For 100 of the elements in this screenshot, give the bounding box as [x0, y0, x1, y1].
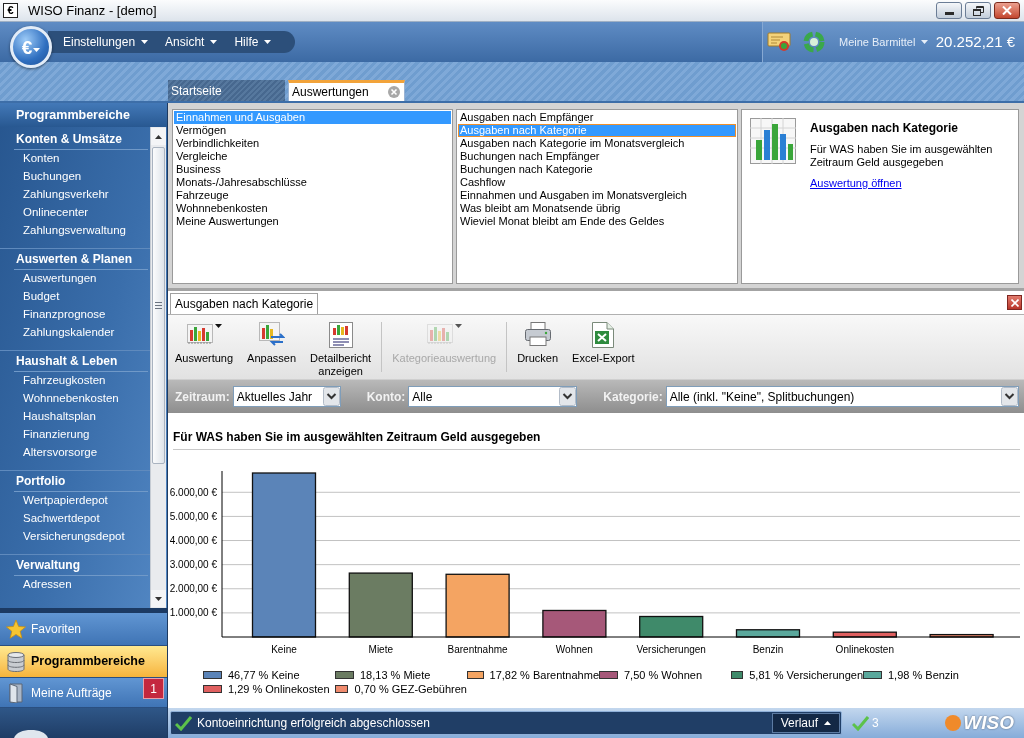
check-icon	[852, 715, 869, 731]
bar-chart-icon	[426, 322, 453, 344]
report-icon	[328, 322, 353, 348]
logo-text: WISO	[963, 710, 1014, 735]
list-item[interactable]: Verbindlichkeiten	[174, 137, 451, 150]
sidebar-item[interactable]: Auswertungen	[0, 270, 150, 288]
balance-text: 20.252,21 €	[935, 31, 1015, 52]
sidebar-section-title: Auswerten & Planen	[14, 249, 148, 270]
app-icon: €	[3, 3, 18, 18]
report-description: Für WAS haben Sie im ausgewählten Zeitraum Geld ausgegeben	[810, 143, 994, 169]
close-button[interactable]	[1007, 295, 1022, 310]
list-item[interactable]: Ausgaben nach Kategorie im Monatsvergleich	[458, 137, 736, 150]
legend-label: 17,82 % Barentnahme	[489, 669, 599, 681]
sidebar-item[interactable]: Haushaltsplan	[0, 408, 150, 426]
list-item[interactable]: Was bleibt am Monatsende übrig	[458, 202, 736, 215]
filter-dropdown[interactable]: Alle	[408, 386, 578, 407]
caret-icon	[33, 48, 41, 52]
open-report-link[interactable]: Auswertung öffnen	[810, 175, 902, 192]
bar	[929, 633, 994, 638]
list-item[interactable]: Fahrzeuge	[174, 189, 451, 202]
caret-icon	[264, 40, 272, 44]
list-item[interactable]: Einnahmen und Ausgaben im Monatsvergleich	[458, 189, 736, 202]
history-button[interactable]: Verlauf	[771, 713, 840, 733]
window-title: WISO Finanz - [demo]	[28, 4, 157, 17]
chevron-down-icon	[1001, 387, 1018, 406]
sidebar-item[interactable]: Fahrzeugkosten	[0, 372, 150, 390]
filter-label: Kategorie:	[603, 388, 663, 406]
sidebar-item[interactable]: Wertpapierdepot	[0, 492, 150, 510]
list-item[interactable]: Vermögen	[174, 124, 451, 137]
list-item[interactable]: Meine Auswertungen	[174, 215, 451, 228]
legend-label: 1,29 % Onlinekosten	[228, 683, 330, 695]
certificate-icon	[767, 32, 791, 52]
menu-item[interactable]: Ansicht	[165, 36, 218, 48]
minimize-button[interactable]	[936, 2, 962, 19]
sidebar-item[interactable]: Onlinecenter	[0, 204, 150, 222]
close-button[interactable]	[994, 2, 1020, 19]
toolbar-button[interactable]: Anpassen	[242, 322, 302, 378]
list-item[interactable]: Wieviel Monat bleibt am Ende des Geldes	[458, 215, 736, 228]
sidebar-item[interactable]: Budget	[0, 288, 150, 306]
scroll-down-button[interactable]	[151, 590, 166, 607]
chart-arrows-icon	[258, 322, 285, 346]
nav-item[interactable]: Meine Aufträge 1	[0, 678, 167, 708]
toolbar-button[interactable]: Excel-Export	[567, 322, 640, 365]
chevron-down-icon	[322, 387, 340, 406]
logo-mark-icon	[945, 715, 962, 731]
sidebar-section-title: Verwaltung	[14, 555, 148, 576]
list-item[interactable]: Cashflow	[458, 176, 736, 189]
sidebar-item[interactable]: Zahlungsverwaltung	[0, 222, 150, 240]
count-badge: 1	[143, 678, 164, 699]
list-item[interactable]: Buchungen nach Empfänger	[458, 150, 736, 163]
door-icon	[9, 682, 23, 703]
sidebar-item[interactable]: Konten	[0, 150, 150, 168]
toolbar-button[interactable]: Drucken	[512, 322, 564, 365]
database-icon	[7, 651, 25, 672]
tab[interactable]: Startseite	[168, 80, 285, 101]
toolbar-button[interactable]: Detailbericht anzeigen	[305, 322, 377, 378]
sidebar-section-title: Haushalt & Leben	[14, 351, 148, 372]
check-icon	[175, 715, 192, 731]
sidebar-item[interactable]: Sachwertdepot	[0, 510, 150, 528]
scroll-up-button[interactable]	[151, 128, 166, 145]
close-icon	[1002, 6, 1012, 15]
chart-icon	[750, 118, 796, 164]
list-item[interactable]: Vergleiche	[174, 150, 451, 163]
document-tab[interactable]: Ausgaben nach Kategorie	[170, 293, 319, 314]
sidebar-item[interactable]: Finanzierung	[0, 426, 150, 444]
chevron-down-icon	[559, 387, 577, 406]
legend-label: 5,81 % Versicherungen	[749, 669, 863, 681]
list-item[interactable]: Wohnnebenkosten	[174, 202, 451, 215]
restore-button[interactable]	[965, 2, 991, 19]
sidebar-header: Programmbereiche	[0, 103, 167, 127]
sidebar-item[interactable]: Finanzprognose	[0, 306, 150, 324]
status-message: Kontoeinrichtung erfolgreich abgeschlossen	[197, 715, 430, 732]
sidebar-item[interactable]: Versicherungsdepot	[0, 528, 150, 546]
scrollbar-thumb[interactable]	[152, 147, 165, 464]
menu-item[interactable]: Einstellungen	[63, 36, 149, 48]
list-item[interactable]: Monats-/Jahresabschlüsse	[174, 176, 451, 189]
legend-label: 18,13 % Miete	[360, 669, 431, 681]
list-item[interactable]: Business	[174, 163, 451, 176]
bar-chart-icon	[186, 322, 213, 344]
sidebar-item[interactable]: Zahlungskalender	[0, 324, 150, 342]
sidebar-item[interactable]: Adressen	[0, 576, 150, 594]
star-icon	[6, 619, 26, 639]
list-item[interactable]: Ausgaben nach Empfänger	[458, 111, 736, 124]
tab[interactable]: Auswertungen	[288, 80, 405, 101]
caret-icon	[921, 40, 929, 44]
printer-icon	[524, 322, 551, 346]
menu-item[interactable]: Hilfe	[234, 36, 272, 48]
filter-dropdown[interactable]: Alle (inkl. "Keine", Splitbuchungen)	[665, 386, 1019, 407]
sidebar-item[interactable]: Altersvorsorge	[0, 444, 150, 462]
nav-item[interactable]: Programmbereiche	[0, 646, 167, 678]
legend-label: 46,77 % Keine	[228, 669, 300, 681]
list-item[interactable]: Buchungen nach Kategorie	[458, 163, 736, 176]
done-count: 3	[872, 715, 879, 732]
sidebar-item[interactable]: Wohnnebenkosten	[0, 390, 150, 408]
sidebar-item[interactable]: Buchungen	[0, 168, 150, 186]
caret-icon	[210, 40, 218, 44]
nav-item[interactable]: Favoriten	[0, 613, 167, 646]
filter-dropdown[interactable]: Aktuelles Jahr	[232, 386, 341, 407]
sidebar-item[interactable]: Zahlungsverkehr	[0, 186, 150, 204]
toolbar-button[interactable]: Auswertung	[170, 322, 239, 378]
